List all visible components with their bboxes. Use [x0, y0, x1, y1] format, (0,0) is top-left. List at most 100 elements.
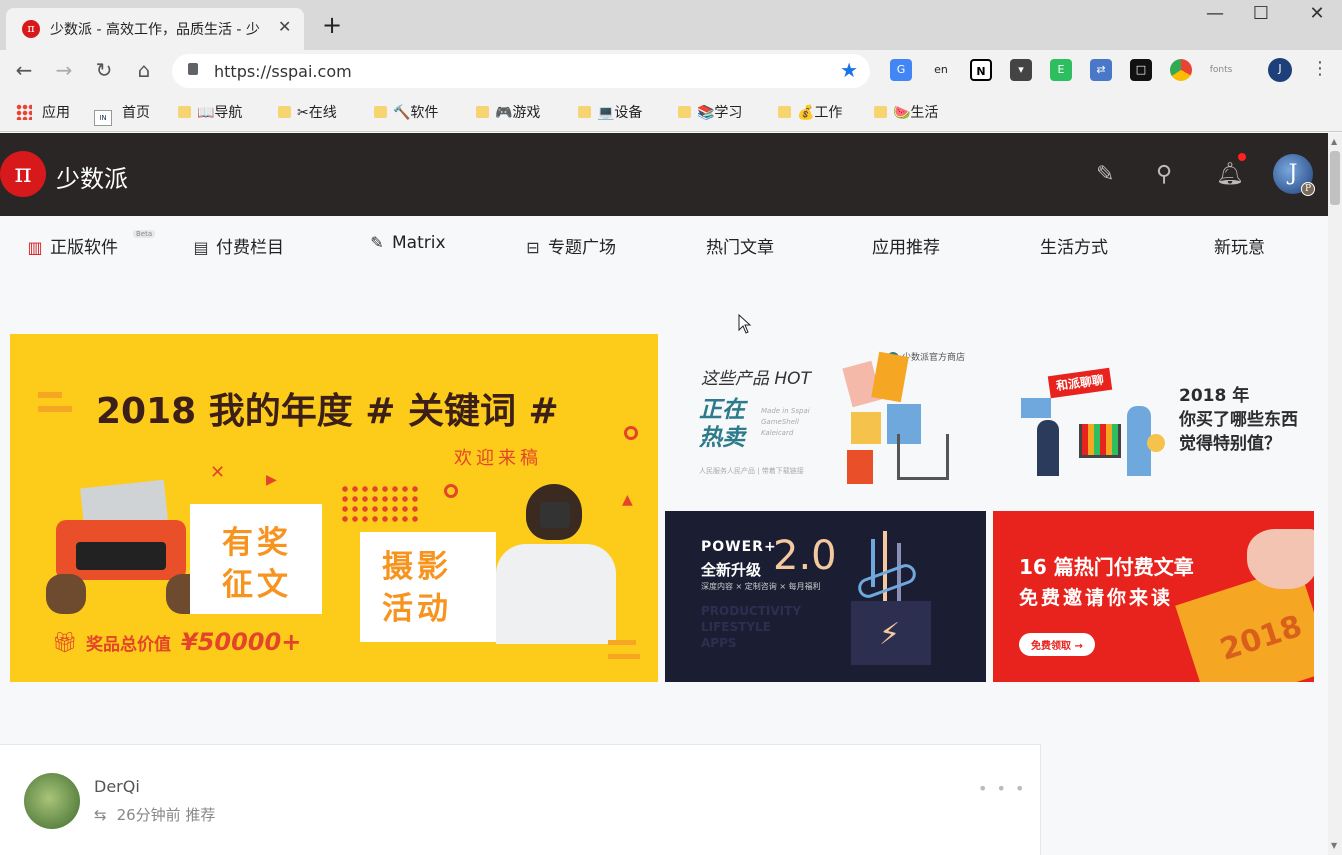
- en-icon[interactable]: en: [930, 59, 952, 81]
- scroll-down-icon[interactable]: ▼: [1331, 841, 1337, 850]
- nav-item-paid-columns[interactable]: ▤ 付费栏目: [192, 233, 284, 258]
- back-arrow-icon[interactable]: ←: [10, 58, 38, 82]
- store-icon: ▥: [27, 238, 43, 257]
- nav-item-hot[interactable]: 热门文章: [706, 233, 774, 258]
- photo-event-card: 摄影 活动: [360, 532, 496, 642]
- banner-annual-keyword[interactable]: 2018 我的年度 # 关键词 # 欢迎来稿 ✕ ▶ ▲ 有奖 征文 摄影 活动…: [10, 334, 658, 682]
- banner-paid-articles[interactable]: 16 篇热门付费文章 免费邀请你来读 免费领取 → 2018: [993, 511, 1314, 682]
- card-text: 摄影 活动: [382, 549, 452, 627]
- power-ghost-text: PRODUCTIVITY LIFESTYLE APPS: [701, 604, 802, 650]
- extension-icon[interactable]: ⇄: [1090, 59, 1112, 81]
- feed-item[interactable]: DerQi ⇆ 26分钟前 推荐 • • •: [0, 744, 1041, 855]
- author-avatar[interactable]: [24, 773, 80, 829]
- avatar-letter: J: [1288, 161, 1298, 186]
- folder-icon: [778, 106, 791, 118]
- minimize-button[interactable]: —: [1192, 3, 1238, 24]
- scroll-up-icon[interactable]: ▲: [1331, 137, 1337, 146]
- bookmark-label: 🔨软件: [393, 105, 439, 121]
- nav-item-gadgets[interactable]: 新玩意: [1214, 233, 1265, 258]
- notification-dot: [1238, 153, 1246, 161]
- bookmark-star-icon[interactable]: ★: [840, 58, 858, 82]
- notion-icon[interactable]: N: [970, 59, 992, 81]
- menu-kebab-icon[interactable]: ⋮: [1306, 58, 1334, 79]
- bookmark-folder-work[interactable]: 💰工作: [778, 102, 842, 122]
- bookmark-index[interactable]: IN 首页: [94, 102, 150, 126]
- beta-badge: Beta: [133, 230, 156, 238]
- profile-avatar-icon[interactable]: J: [1268, 58, 1292, 82]
- bookmark-label: 📖导航: [197, 105, 243, 121]
- maximize-button[interactable]: ☐: [1238, 3, 1284, 24]
- apps-grid-icon: [16, 104, 32, 120]
- nav-item-software[interactable]: ▥ 正版软件: [26, 233, 118, 258]
- site-name[interactable]: 少数派: [56, 159, 128, 194]
- chat-sign: 和派聊聊: [1047, 367, 1113, 399]
- mouse-cursor-icon: [738, 314, 752, 334]
- folder-icon: [476, 106, 489, 118]
- bookmark-label: 🎮游戏: [495, 105, 541, 121]
- search-icon[interactable]: ⚲: [1156, 162, 1172, 187]
- translate-icon[interactable]: G: [890, 59, 912, 81]
- bookmark-folder-study[interactable]: 📚学习: [678, 102, 742, 122]
- fonts-icon[interactable]: fonts: [1208, 59, 1234, 81]
- x-shape-icon: ✕: [210, 462, 226, 483]
- page-scrollbar[interactable]: ▲ ▼: [1328, 133, 1342, 855]
- banner-year-purchases[interactable]: 和派聊聊 2018 年 你买了哪些东西 觉得特别值？: [993, 334, 1314, 504]
- bookmark-folder-games[interactable]: 🎮游戏: [476, 102, 540, 122]
- scrollbar-thumb[interactable]: [1330, 151, 1340, 205]
- edit-pencil-icon[interactable]: ✎: [1096, 162, 1114, 187]
- power-box-illustration: ⚡︎: [847, 531, 957, 671]
- bookmark-folder-nav[interactable]: 📖导航: [178, 102, 242, 122]
- ring-icon: [444, 484, 458, 498]
- power-tags: 深度内容 × 定制咨询 × 每月福利: [701, 582, 821, 591]
- user-avatar[interactable]: JP: [1273, 154, 1315, 196]
- bell-icon[interactable]: 🔔︎: [1216, 162, 1244, 187]
- lightning-icon: ⚡︎: [879, 617, 901, 652]
- category-nav: ▥ 正版软件 ▤ 付费栏目 ✎ Matrix ⊟ 专题广场 热门文章 应用推荐 生活方式…: [0, 216, 1328, 270]
- store-footer: 人民服务人民产品 | 带着下载链接: [699, 467, 804, 475]
- evernote-icon[interactable]: E: [1050, 59, 1072, 81]
- bookmark-label: 💻设备: [597, 105, 643, 121]
- bookmark-folder-software[interactable]: 🔨软件: [374, 102, 438, 122]
- pocket-icon[interactable]: ▾: [1010, 59, 1032, 81]
- claim-free-button[interactable]: 免费领取 →: [1019, 633, 1095, 656]
- browser-tab[interactable]: π 少数派 - 高效工作，品质生活 - 少 ✕: [6, 8, 304, 50]
- close-tab-icon[interactable]: ✕: [278, 17, 291, 36]
- author-name[interactable]: DerQi: [94, 777, 140, 796]
- nav-item-apps[interactable]: 应用推荐: [872, 233, 940, 258]
- favicon-icon: π: [22, 20, 40, 38]
- nav-item-matrix[interactable]: ✎ Matrix: [368, 233, 446, 253]
- prize-amount: ¥50000+: [181, 628, 302, 656]
- nav-item-topics[interactable]: ⊟ 专题广场: [524, 233, 616, 258]
- bookmark-apps[interactable]: 应用: [16, 102, 70, 122]
- lock-icon: [188, 63, 198, 75]
- new-tab-button[interactable]: +: [322, 11, 342, 39]
- prize-label: 奖品总价值: [86, 635, 171, 655]
- folder-icon: [278, 106, 291, 118]
- nav-item-lifestyle[interactable]: 生活方式: [1040, 233, 1108, 258]
- tray-icon: ⊟: [526, 238, 540, 257]
- home-icon[interactable]: ⌂: [130, 58, 158, 82]
- bookmark-folder-devices[interactable]: 💻设备: [578, 102, 642, 122]
- address-bar[interactable]: https://sspai.com ★: [172, 54, 870, 88]
- reload-icon[interactable]: ↻: [90, 58, 118, 82]
- power-brand: POWER+: [701, 539, 777, 555]
- folder-icon: [178, 106, 191, 118]
- square-icon[interactable]: □: [1130, 59, 1152, 81]
- banner-official-store[interactable]: 这些产品 HOT π少数派官方商店 正在 热卖 Made in Sspai Ga…: [665, 334, 986, 504]
- paid-title: 16 篇热门付费文章: [1019, 555, 1194, 579]
- sspai-logo-icon[interactable]: π: [0, 151, 46, 197]
- banner-title: 2018 我的年度 # 关键词 #: [96, 391, 559, 432]
- bookmark-folder-online[interactable]: ✂在线: [278, 102, 337, 122]
- banner-power-plus[interactable]: POWER+ 2.0 全新升级 深度内容 × 定制咨询 × 每月福利 PRODU…: [665, 511, 986, 682]
- nav-label: Matrix: [392, 233, 446, 253]
- close-window-button[interactable]: ✕: [1294, 3, 1340, 24]
- index-icon: IN: [94, 110, 112, 126]
- more-options-icon[interactable]: • • •: [978, 779, 1026, 798]
- bookmark-folder-life[interactable]: 🍉生活: [874, 102, 938, 122]
- prize-text: 奖品总价值 ¥50000+: [86, 628, 301, 656]
- forward-arrow-icon[interactable]: →: [50, 58, 78, 82]
- bookmark-label: 首页: [122, 105, 150, 121]
- chrome-icon[interactable]: [1170, 59, 1192, 81]
- tab-title: 少数派 - 高效工作，品质生活 - 少: [50, 22, 260, 38]
- year-question: 2018 年 你买了哪些东西 觉得特别值？: [1179, 386, 1298, 454]
